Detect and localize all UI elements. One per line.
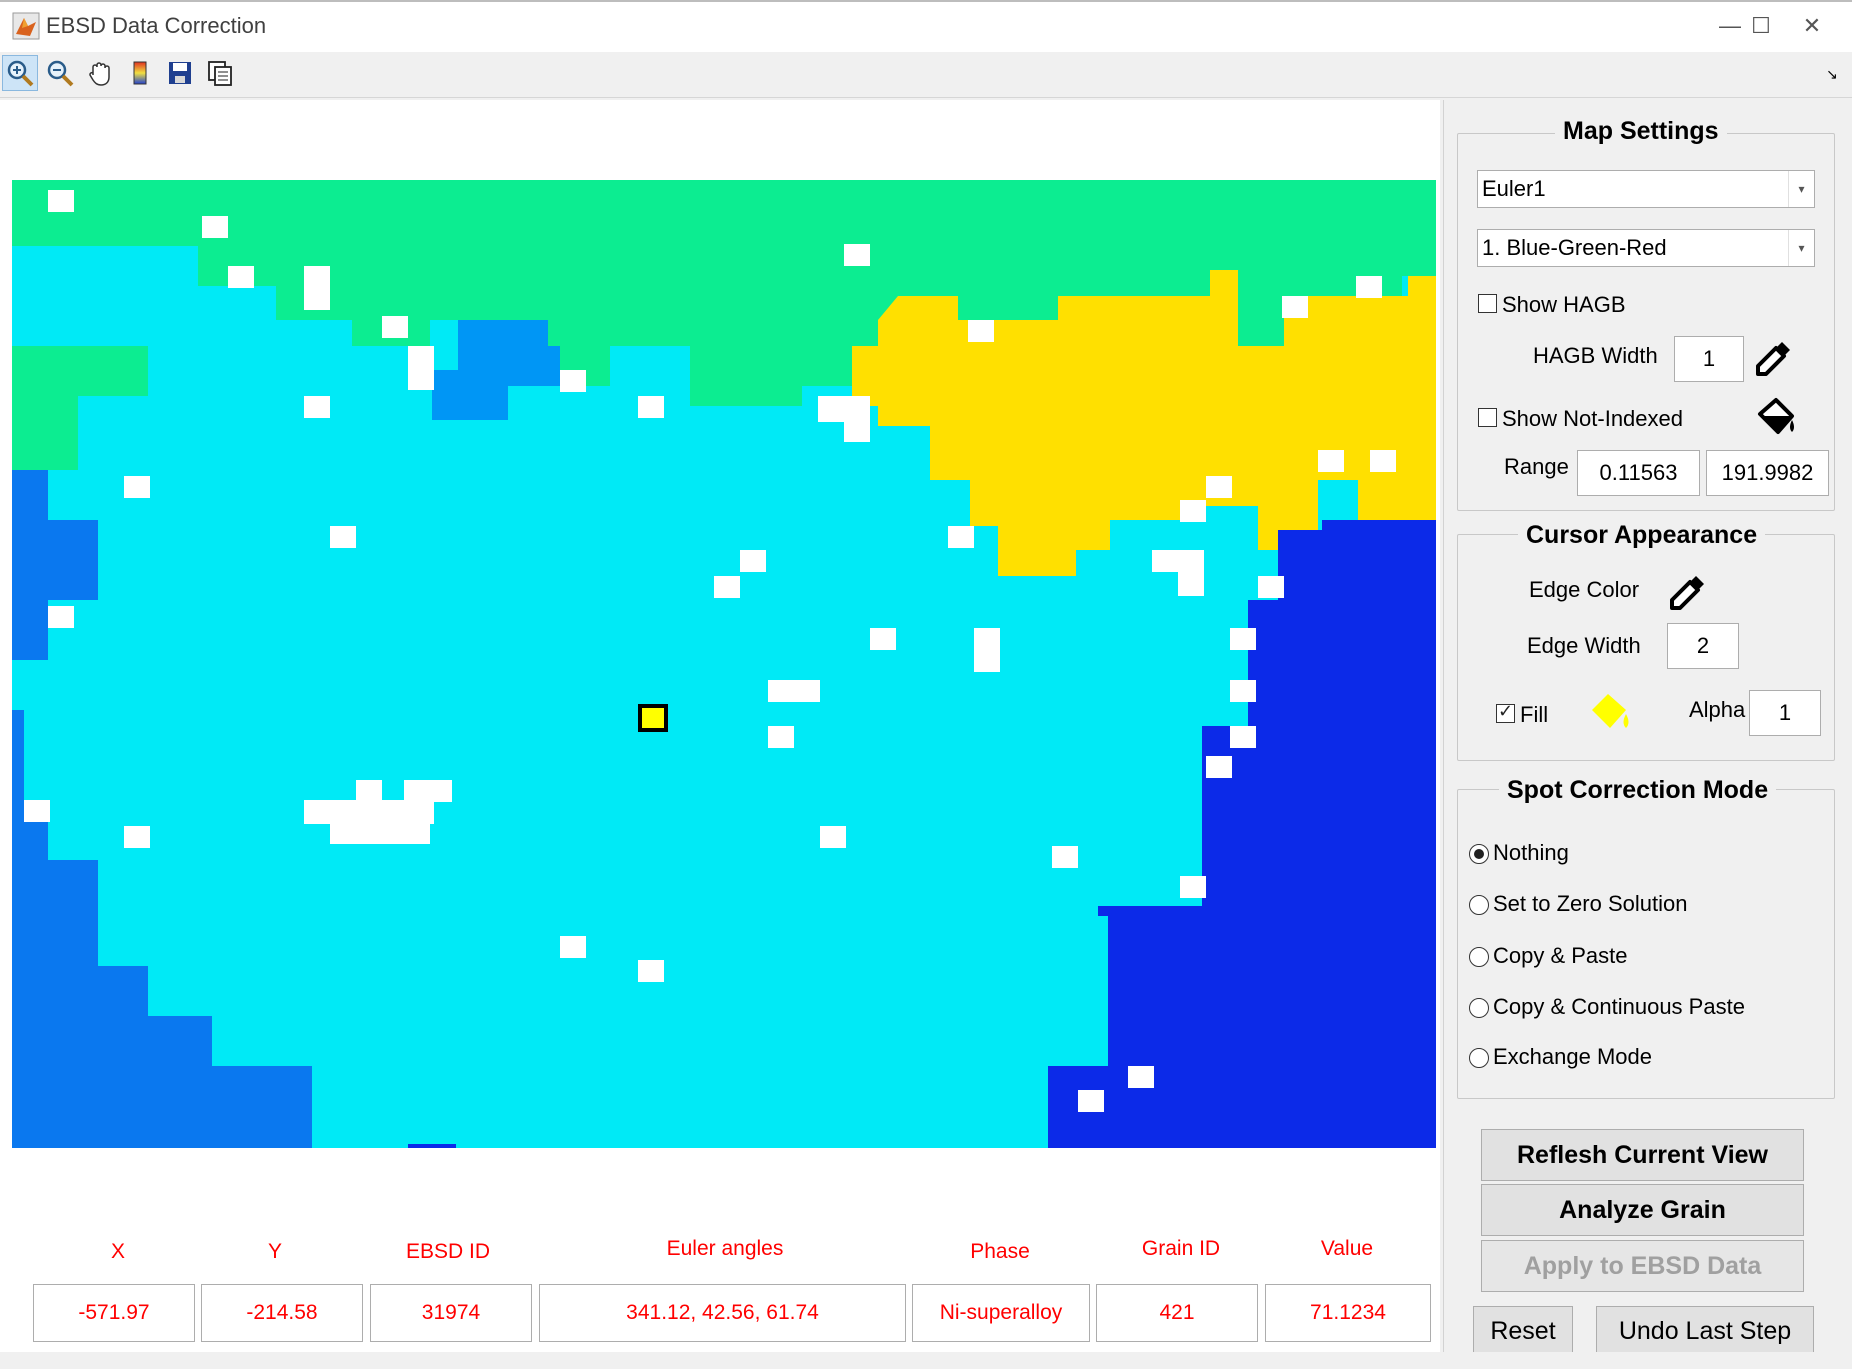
value-x: -571.97 xyxy=(33,1284,195,1342)
dark-blue-notch xyxy=(408,1144,456,1148)
undo-last-step-button[interactable]: Undo Last Step xyxy=(1596,1306,1814,1356)
range-max-field[interactable]: 191.9982 xyxy=(1706,450,1829,496)
window-title: EBSD Data Correction xyxy=(46,13,267,38)
hagb-width-field[interactable]: 1 xyxy=(1674,336,1744,382)
show-not-indexed-checkbox[interactable] xyxy=(1478,408,1497,427)
fill-checkbox[interactable] xyxy=(1496,701,1515,723)
value-y: -214.58 xyxy=(201,1284,363,1342)
radio-continuous-paste-label: Copy & Continuous Paste xyxy=(1493,994,1745,1019)
header-x: X xyxy=(110,1240,125,1263)
reset-button[interactable]: Reset xyxy=(1473,1306,1573,1356)
hagb-width-label: HAGB Width xyxy=(1533,343,1658,368)
zoom-in-button[interactable] xyxy=(2,55,38,91)
save-icon xyxy=(169,62,191,84)
apply-to-ebsd-button[interactable]: Apply to EBSD Data xyxy=(1481,1240,1804,1292)
matlab-logo-icon xyxy=(12,12,40,40)
toolbar xyxy=(0,52,1852,98)
fill-label: Fill xyxy=(1520,702,1549,727)
radio-nothing-label: Nothing xyxy=(1493,840,1569,865)
radio-nothing[interactable] xyxy=(1469,844,1489,864)
copy-figure-button[interactable] xyxy=(202,55,238,91)
edge-color-button[interactable] xyxy=(1666,570,1710,614)
cursor-appearance-title: Cursor Appearance xyxy=(1518,521,1766,550)
hagb-color-button[interactable] xyxy=(1752,336,1796,380)
save-button[interactable] xyxy=(162,55,198,91)
alpha-field[interactable]: 1 xyxy=(1749,690,1821,736)
radio-copy-paste[interactable] xyxy=(1469,947,1489,967)
pen-icon xyxy=(1670,576,1704,610)
edge-width-label: Edge Width xyxy=(1527,633,1641,658)
header-phase: Phase xyxy=(970,1240,1030,1263)
radio-set-to-zero[interactable] xyxy=(1469,895,1489,915)
analyze-grain-button[interactable]: Analyze Grain xyxy=(1481,1184,1804,1236)
refresh-view-button[interactable]: Reflesh Current View xyxy=(1481,1129,1804,1181)
pan-hand-icon xyxy=(89,62,110,86)
pan-button[interactable] xyxy=(82,55,118,91)
bottom-edge xyxy=(0,1352,1852,1369)
spot-correction-title: Spot Correction Mode xyxy=(1499,776,1777,805)
map-settings-title: Map Settings xyxy=(1555,117,1727,146)
dock-icon[interactable]: ↘ xyxy=(1826,66,1846,86)
close-button[interactable]: ✕ xyxy=(1782,6,1842,46)
value-ebsd-id: 31974 xyxy=(370,1284,532,1342)
title-bar xyxy=(0,0,1852,52)
property-select[interactable]: Euler1 ▾ xyxy=(1477,170,1815,208)
chevron-down-icon: ▾ xyxy=(1788,171,1814,207)
show-not-indexed-label: Show Not-Indexed xyxy=(1502,406,1683,431)
show-hagb-label: Show HAGB xyxy=(1502,292,1626,317)
alpha-label: Alpha xyxy=(1689,697,1746,722)
value-euler-angles: 341.12, 42.56, 61.74 xyxy=(539,1284,906,1342)
fill-color-button[interactable] xyxy=(1586,688,1634,736)
value-phase: Ni-superalloy xyxy=(912,1284,1090,1342)
maximize-button[interactable]: ☐ xyxy=(1703,6,1771,46)
zoom-in-icon xyxy=(7,60,34,87)
value-value: 71.1234 xyxy=(1265,1284,1431,1342)
paint-bucket-icon xyxy=(1592,694,1629,728)
not-indexed-color-button[interactable] xyxy=(1752,396,1800,440)
radio-set-to-zero-label: Set to Zero Solution xyxy=(1493,891,1688,916)
show-hagb-checkbox[interactable] xyxy=(1478,294,1497,313)
value-grain-id: 421 xyxy=(1096,1284,1258,1342)
header-ebsd-id: EBSD ID xyxy=(405,1240,491,1263)
copy-figure-icon xyxy=(208,61,232,86)
pen-icon xyxy=(1756,342,1790,376)
ebsd-map[interactable] xyxy=(12,180,1436,1148)
header-grain-id: Grain ID xyxy=(1141,1237,1221,1260)
zoom-out-button[interactable] xyxy=(42,55,78,91)
chevron-down-icon: ▾ xyxy=(1788,230,1814,266)
range-label: Range xyxy=(1504,454,1569,479)
colormap-select[interactable]: 1. Blue-Green-Red ▾ xyxy=(1477,229,1815,267)
maximize-icon: ☐ xyxy=(1751,13,1771,38)
zoom-out-icon xyxy=(47,60,74,87)
header-euler-angles: Euler angles xyxy=(666,1237,784,1260)
header-y: Y xyxy=(267,1240,282,1263)
colorbar-button[interactable] xyxy=(122,55,158,91)
radio-copy-paste-label: Copy & Paste xyxy=(1493,943,1628,968)
header-value: Value xyxy=(1320,1237,1374,1260)
colormap-select-value: 1. Blue-Green-Red xyxy=(1482,235,1667,260)
edge-color-label: Edge Color xyxy=(1529,577,1640,602)
radio-exchange[interactable] xyxy=(1469,1048,1489,1068)
edge-width-field[interactable]: 2 xyxy=(1667,623,1739,669)
radio-continuous-paste[interactable] xyxy=(1469,998,1489,1018)
cursor-marker xyxy=(638,704,668,732)
colorbar-icon xyxy=(133,61,147,85)
paint-bucket-icon xyxy=(1758,398,1794,434)
radio-exchange-label: Exchange Mode xyxy=(1493,1044,1652,1069)
range-min-field[interactable]: 0.11563 xyxy=(1577,450,1700,496)
property-select-value: Euler1 xyxy=(1482,176,1546,201)
